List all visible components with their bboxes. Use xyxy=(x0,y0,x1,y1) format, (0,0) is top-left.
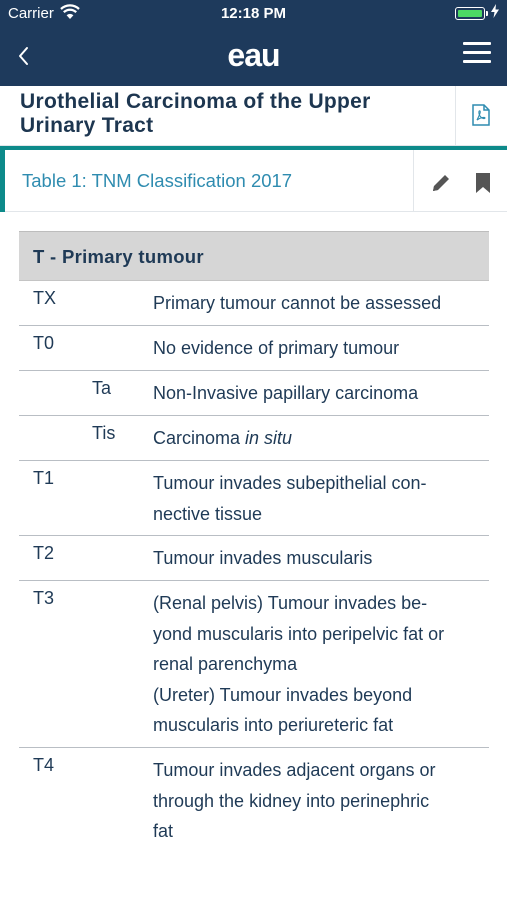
pdf-document-icon xyxy=(472,104,490,126)
battery-icon xyxy=(455,7,488,20)
bookmark-button[interactable] xyxy=(474,172,492,199)
menu-line xyxy=(463,60,491,63)
charging-bolt-icon xyxy=(491,4,499,22)
row-desc-line: No evidence of primary tumour xyxy=(153,338,400,358)
row-code: Tis xyxy=(92,423,116,443)
row-description: Tumour invades adjacent organs or throug… xyxy=(153,742,489,856)
row-desc-line: Non-Invasive papillary carcinoma xyxy=(153,383,419,403)
section-actions xyxy=(413,150,507,212)
table-row: Tis Carcinoma in situ xyxy=(19,410,489,461)
table-header: T - Primary tumour xyxy=(19,231,489,281)
row-desc-line: Tumour invades adjacent organs or xyxy=(153,760,436,780)
row-code: T3 xyxy=(33,588,55,608)
bookmark-icon xyxy=(476,173,490,193)
section-accent-bar xyxy=(0,150,5,212)
row-desc-line: through the kidney into perinephric xyxy=(153,790,430,811)
table-row: T3 (Renal pelvis) Tumour invades be- yon… xyxy=(19,575,489,748)
tnm-table: T - Primary tumour TX Primary tumour can… xyxy=(19,231,489,854)
pdf-button[interactable] xyxy=(455,86,507,146)
row-code: T4 xyxy=(33,755,55,775)
top-bar: Carrier 12:18 PM eau xyxy=(0,0,507,86)
status-time: 12:18 PM xyxy=(220,5,287,22)
menu-button[interactable] xyxy=(463,42,491,66)
table-row: Ta Non-Invasive papillary carcinoma xyxy=(19,365,489,416)
row-desc-line: (Ureter) Tumour invades beyond xyxy=(153,684,413,705)
status-bar: Carrier 12:18 PM xyxy=(0,0,507,28)
row-desc-text: Carcinoma xyxy=(153,428,246,448)
row-desc-italic: in situ xyxy=(245,428,293,448)
table-header-label: T - Primary tumour xyxy=(33,246,204,267)
table-row: TX Primary tumour cannot be assessed xyxy=(19,275,489,326)
row-desc-line: muscularis into periureteric fat xyxy=(153,715,394,735)
row-desc-line: Tumour invades subepithelial con- xyxy=(153,473,427,493)
row-desc-line: Tumour invades muscularis xyxy=(153,548,373,568)
row-desc-line: yond muscularis into peripelvic fat or xyxy=(153,623,445,644)
row-desc-line: renal parenchyma xyxy=(153,654,298,674)
row-desc-line: fat xyxy=(153,821,174,841)
table-section-header: Table 1: TNM Classification 2017 xyxy=(0,146,507,212)
row-desc-line: Carcinoma in situ xyxy=(153,423,481,454)
row-desc-line: nective tissue xyxy=(153,503,263,524)
pencil-icon xyxy=(433,175,449,191)
section-title[interactable]: Table 1: TNM Classification 2017 xyxy=(22,170,292,192)
table-row: T4 Tumour invades adjacent organs or thr… xyxy=(19,742,489,854)
row-description: Tumour invades subepithelial con- nectiv… xyxy=(153,455,489,538)
document-title-line1: Urothelial Carcinoma of the Upper xyxy=(20,90,371,113)
table-row: T0 No evidence of primary tumour xyxy=(19,320,489,371)
row-code: T2 xyxy=(33,543,55,563)
row-code: Ta xyxy=(92,378,112,398)
document-title-line2: Urinary Tract xyxy=(20,114,154,137)
document-title: Urothelial Carcinoma of the Upper Urinar… xyxy=(20,90,440,138)
edit-note-button[interactable] xyxy=(430,172,452,199)
nav-bar: eau xyxy=(0,28,507,86)
hamburger-menu-icon xyxy=(463,42,491,45)
row-code: TX xyxy=(33,288,57,308)
document-header: Urothelial Carcinoma of the Upper Urinar… xyxy=(0,86,507,146)
table-row: T1 Tumour invades subepithelial con- nec… xyxy=(19,455,489,536)
row-description: (Renal pelvis) Tumour invades be- yond m… xyxy=(153,575,489,750)
eau-logo: eau xyxy=(227,37,280,73)
row-code: T0 xyxy=(33,333,55,353)
row-code: T1 xyxy=(33,468,55,488)
menu-line xyxy=(463,51,491,54)
row-desc-line: Primary tumour cannot be assessed xyxy=(153,293,442,313)
row-desc-line: (Renal pelvis) Tumour invades be- xyxy=(153,593,428,613)
table-row: T2 Tumour invades muscularis xyxy=(19,530,489,581)
